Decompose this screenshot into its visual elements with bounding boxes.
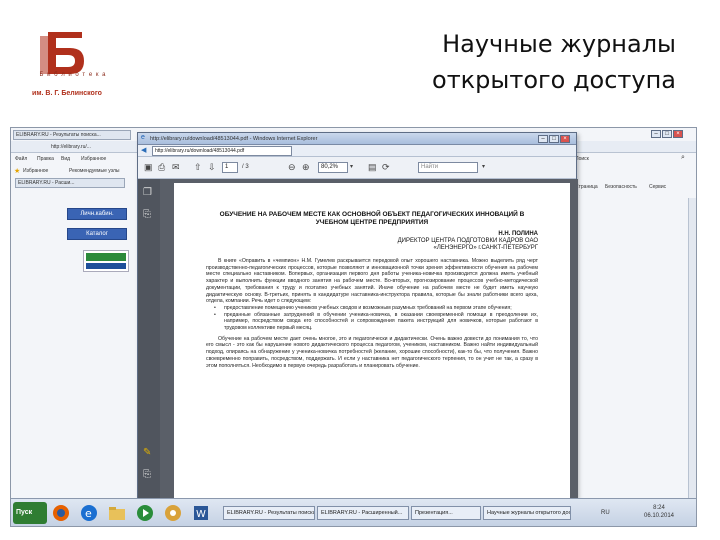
taskbar-window-3[interactable]: Презентация... bbox=[411, 506, 481, 520]
back-icon[interactable]: ◀ bbox=[141, 146, 146, 154]
screenshot: ELIBRARY.RU - Результаты поиска... http:… bbox=[10, 127, 697, 527]
taskbar-window-1[interactable]: ELIBRARY.RU - Результаты поиска bbox=[223, 506, 315, 520]
zoom-select[interactable]: 80,2% bbox=[318, 162, 348, 173]
page-number-input[interactable]: 1 bbox=[222, 162, 238, 173]
comment-icon[interactable]: ✎ bbox=[143, 447, 151, 458]
taskbar-window-2[interactable]: ELIBRARY.RU - Расширенный... bbox=[317, 506, 409, 520]
favorites-star-icon[interactable]: ★ bbox=[14, 167, 20, 175]
bg-address[interactable]: http://elibrary.ru/... bbox=[51, 144, 91, 150]
bg-command-bar: Страница Безопасность Сервис bbox=[569, 182, 696, 192]
pdf-document-canvas[interactable]: ОБУЧЕНИЕ НА РАБОЧЕМ МЕСТЕ КАК ОСНОВНОЙ О… bbox=[160, 179, 578, 503]
bg-side-button-cabinet[interactable]: Личн.кабин. bbox=[67, 208, 127, 220]
doc-paragraph-1: В книге «Оправить в «чемпион» Н.М. Гумел… bbox=[206, 258, 538, 305]
bg-scrollbar[interactable] bbox=[688, 198, 696, 498]
attachments-icon[interactable]: ⎘ bbox=[143, 209, 151, 220]
email-icon[interactable]: ✉ bbox=[172, 162, 180, 173]
banner-stripe bbox=[86, 253, 126, 261]
rotate-icon[interactable]: ⟳ bbox=[382, 162, 390, 173]
bg-search-hint[interactable]: Поиск bbox=[575, 156, 589, 162]
zoom-in-icon[interactable]: ⊕ bbox=[302, 162, 310, 173]
ie-icon: e bbox=[141, 134, 145, 141]
bg-page-menu[interactable]: Страница bbox=[575, 184, 598, 190]
clock-time: 8:24 bbox=[653, 505, 665, 511]
search-icon[interactable]: ⌕ bbox=[681, 154, 685, 162]
bg-menu-favorites[interactable]: Избранное bbox=[81, 156, 106, 162]
pdf-viewer-window: e http://elibrary.ru/download/48513044.p… bbox=[137, 132, 578, 503]
folder-icon[interactable] bbox=[107, 503, 135, 525]
bg-menu-view[interactable]: Вид bbox=[61, 156, 70, 162]
page-total: / 3 bbox=[242, 164, 249, 170]
pdf-title-bar: e http://elibrary.ru/download/48513044.p… bbox=[138, 133, 576, 145]
word-icon[interactable]: W bbox=[191, 503, 219, 525]
bg-favorites-bar: ★ Избранное Рекомендуемые узлы bbox=[11, 166, 131, 176]
svg-text:e: e bbox=[85, 507, 92, 520]
pdf-maximize-icon[interactable]: □ bbox=[549, 135, 559, 143]
language-indicator[interactable]: RU bbox=[601, 510, 610, 516]
player-icon[interactable] bbox=[135, 503, 163, 525]
find-dropdown-icon[interactable]: ▾ bbox=[482, 163, 485, 170]
pages-panel-icon[interactable]: ❐ bbox=[143, 187, 152, 198]
doc-affiliation-2: «ЛЕНЭНЕРГО» г.САНКТ-ПЕТЕРБУРГ bbox=[433, 245, 538, 251]
bg-favorites-label[interactable]: Избранное bbox=[23, 168, 48, 174]
print-icon[interactable]: ⎙ bbox=[158, 162, 165, 173]
pdf-address-bar: ◀ http://elibrary.ru/download/48513044.p… bbox=[138, 145, 576, 157]
pdf-left-panel: ❐ ⎘ ✎ ⎘ bbox=[138, 179, 160, 499]
logo-name: им. В. Г. Белинского bbox=[32, 90, 102, 97]
bg-favorites-link[interactable]: Рекомендуемые узлы bbox=[69, 168, 120, 174]
close-icon[interactable]: × bbox=[673, 130, 683, 138]
pdf-close-icon[interactable]: × bbox=[560, 135, 570, 143]
doc-title: ОБУЧЕНИЕ НА РАБОЧЕМ МЕСТЕ КАК ОСНОВНОЙ О… bbox=[219, 211, 525, 226]
logo-subtitle: Б и б л и о т е к а bbox=[39, 72, 107, 78]
bg-menu-edit[interactable]: Правка bbox=[37, 156, 54, 162]
bg-right-search: Поиск ⌕ bbox=[569, 154, 696, 164]
minimize-icon[interactable]: – bbox=[651, 130, 661, 138]
taskbar: Пуск e W ELIBRARY.RU - Результаты поиска… bbox=[11, 498, 696, 526]
doc-paragraph-2: Обучение на рабочем месте дает очень мно… bbox=[206, 335, 538, 369]
bg-menu: Файл Правка Вид Избранное bbox=[11, 154, 131, 164]
firefox-icon[interactable] bbox=[51, 503, 79, 525]
bg-tools-menu[interactable]: Сервис bbox=[649, 184, 666, 190]
zoom-out-icon[interactable]: ⊖ bbox=[288, 162, 296, 173]
pdf-page: ОБУЧЕНИЕ НА РАБОЧЕМ МЕСТЕ КАК ОСНОВНОЙ О… bbox=[174, 183, 570, 503]
doc-bullet-1: предоставление помещению учеников учебны… bbox=[206, 305, 538, 312]
taskbar-window-4[interactable]: Научные журналы открытого доступа bbox=[483, 506, 571, 520]
maximize-icon[interactable]: □ bbox=[662, 130, 672, 138]
bg-tab-2[interactable]: ELIBRARY.RU - Расши... bbox=[15, 178, 125, 188]
save-icon[interactable]: ▣ bbox=[144, 162, 153, 173]
ie-taskbar-icon[interactable]: e bbox=[79, 503, 107, 525]
doc-bullet-2: преданные обязанные затруднений в обучен… bbox=[206, 312, 538, 332]
bg-side-banner[interactable] bbox=[83, 250, 129, 272]
prev-page-icon[interactable]: ⇧ bbox=[194, 162, 202, 173]
banner-stripe-2 bbox=[86, 263, 126, 269]
slide-title-line1: Научные журналы bbox=[442, 30, 676, 58]
clock-date: 06.10.2014 bbox=[643, 513, 675, 519]
start-button[interactable]: Пуск bbox=[13, 502, 47, 524]
slide-title-line2: открытого доступа bbox=[432, 66, 676, 94]
chevron-down-icon[interactable]: ▾ bbox=[350, 163, 353, 170]
bg-side-button-catalog[interactable]: Каталог bbox=[67, 228, 127, 240]
doc-affiliation-1: ДИРЕКТОР ЦЕНТРА ПОДГОТОВКИ КАДРОВ ОАО bbox=[397, 238, 538, 244]
pdf-toolbar: ▣ ⎙ ✉ ⇧ ⇩ 1 / 3 ⊖ ⊕ 80,2% ▾ ▤ ⟳ Найти ▾ bbox=[138, 157, 576, 179]
svg-text:W: W bbox=[196, 509, 206, 520]
doc-author: Н.Н. ПОЛИНА bbox=[498, 231, 538, 237]
clock[interactable]: 8:24 06.10.2014 bbox=[629, 505, 689, 525]
media-icon[interactable] bbox=[163, 503, 191, 525]
pdf-window-title: http://elibrary.ru/download/48513044.pdf… bbox=[150, 136, 318, 142]
bg-window-controls: – □ × bbox=[651, 130, 695, 140]
paperclip-icon[interactable]: ⎘ bbox=[143, 469, 151, 480]
bg-menu-file[interactable]: Файл bbox=[15, 156, 27, 162]
fit-page-icon[interactable]: ▤ bbox=[368, 162, 377, 173]
bg-tab[interactable]: ELIBRARY.RU - Результаты поиска... bbox=[13, 130, 131, 140]
start-label: Пуск bbox=[16, 509, 33, 516]
pdf-address-input[interactable]: http://elibrary.ru/download/48513044.pdf bbox=[152, 146, 292, 156]
pdf-window-controls: – □ × bbox=[538, 134, 574, 144]
bg-safety-menu[interactable]: Безопасность bbox=[605, 184, 637, 190]
pdf-minimize-icon[interactable]: – bbox=[538, 135, 548, 143]
find-input[interactable]: Найти bbox=[418, 162, 478, 173]
next-page-icon[interactable]: ⇩ bbox=[208, 162, 216, 173]
